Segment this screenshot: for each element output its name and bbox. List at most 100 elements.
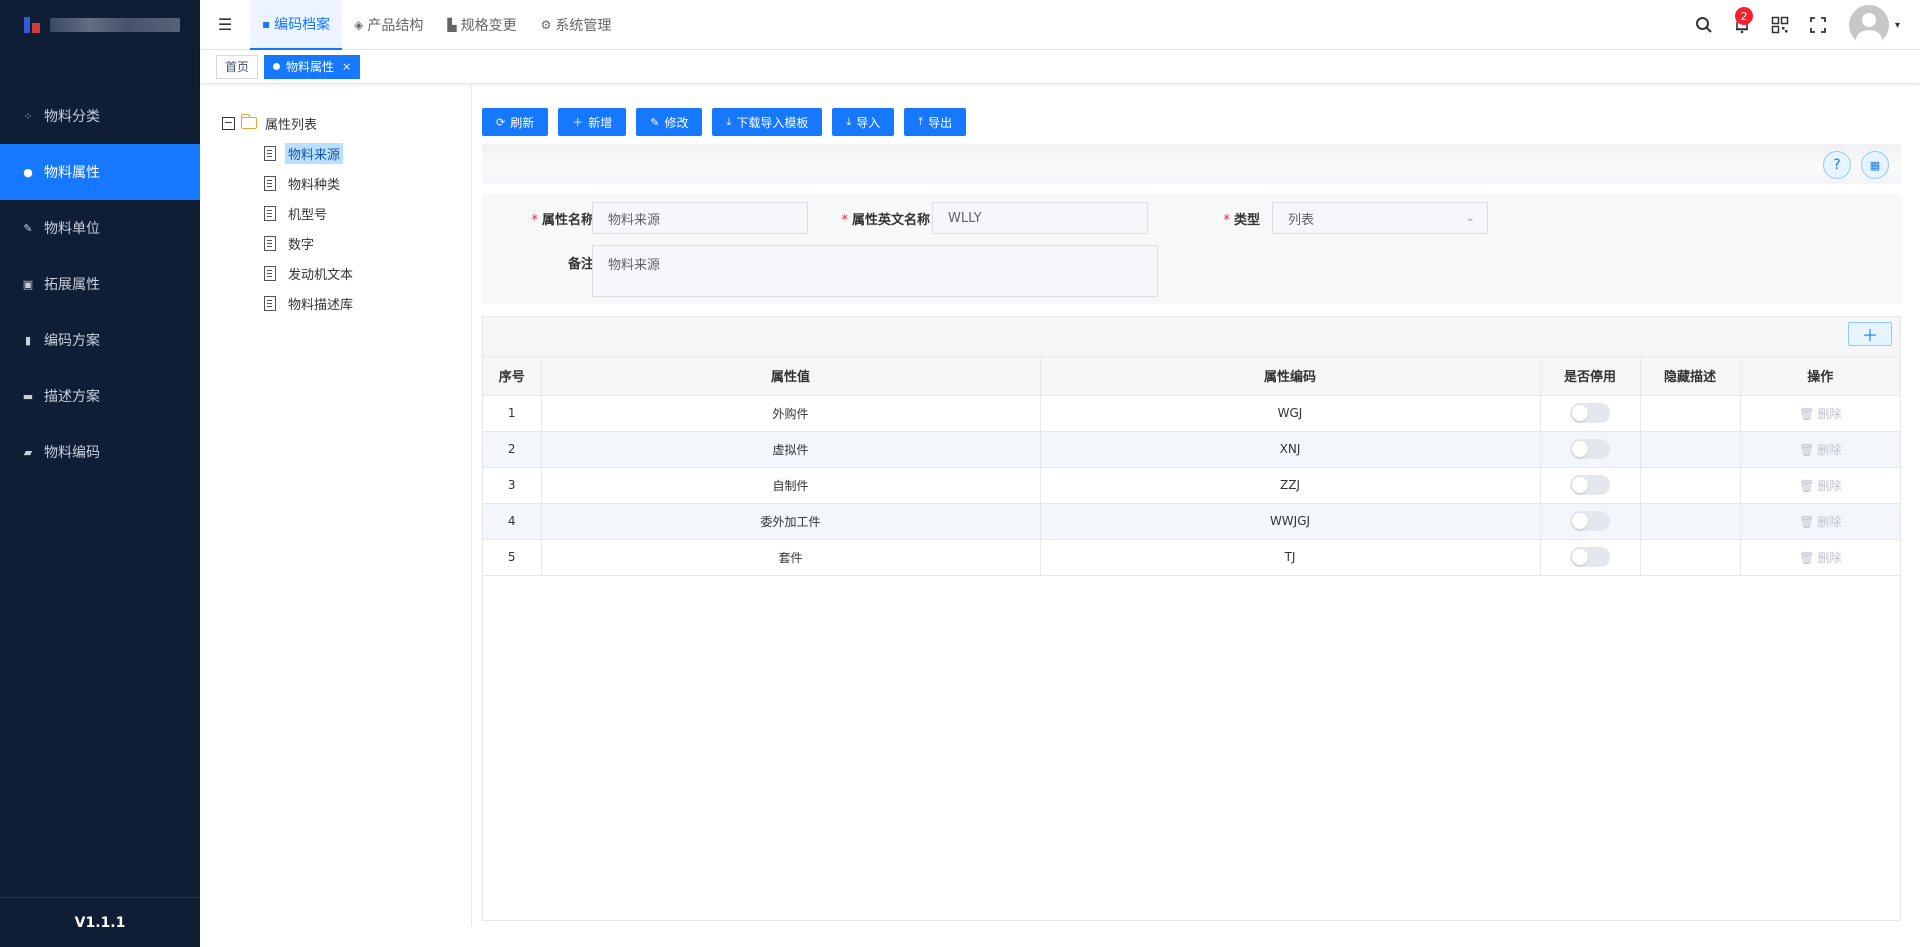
- hide-description-cell[interactable]: [1640, 467, 1741, 504]
- disabled-toggle[interactable]: [1570, 439, 1610, 459]
- download-template-button[interactable]: ⤓ 下载导入模板: [712, 108, 823, 136]
- delete-label: 删除: [1817, 478, 1842, 493]
- disabled-cell: [1540, 431, 1641, 468]
- tree-node[interactable]: 机型号: [264, 201, 471, 225]
- collapse-menu-icon[interactable]: ☰: [200, 0, 250, 50]
- code-icon: ▰: [23, 445, 33, 459]
- attribute-value-cell[interactable]: 委外加工件: [541, 503, 1041, 540]
- label-text: 属性名称: [541, 213, 594, 228]
- attribute-name-field[interactable]: 物料来源: [592, 202, 808, 234]
- column-header: 属性值: [541, 357, 1041, 396]
- tree-node-label: 物料描述库: [288, 297, 354, 313]
- close-icon[interactable]: ×: [342, 60, 351, 73]
- attribute-code-cell[interactable]: WWJGJ: [1040, 503, 1541, 540]
- button-label: 下载导入模板: [736, 115, 809, 130]
- app-logo[interactable]: [0, 0, 200, 50]
- bell-icon[interactable]: 2: [1723, 0, 1761, 50]
- refresh-button[interactable]: ⟳ 刷新: [482, 108, 549, 136]
- attribute-code-cell[interactable]: ZZJ: [1040, 467, 1541, 504]
- download-icon: ⤓: [726, 115, 732, 128]
- header-actions: 2 ▾: [1685, 0, 1900, 50]
- delete-button[interactable]: 🗑 删除: [1799, 443, 1841, 457]
- logo-icon: [20, 15, 44, 35]
- book-icon: ▮: [24, 333, 32, 347]
- tree-root[interactable]: − 属性列表: [222, 111, 471, 135]
- hide-description-cell[interactable]: [1640, 539, 1741, 576]
- delete-button[interactable]: 🗑 删除: [1799, 407, 1841, 421]
- attribute-code-cell[interactable]: WGJ: [1040, 395, 1541, 432]
- attribute-code-cell[interactable]: XNJ: [1040, 431, 1541, 468]
- disabled-toggle[interactable]: [1570, 511, 1610, 531]
- tree-node-label: 发动机文本: [288, 267, 354, 283]
- delete-label: 删除: [1817, 550, 1842, 565]
- hide-description-cell[interactable]: [1640, 431, 1741, 468]
- avatar[interactable]: [1848, 5, 1889, 45]
- add-button[interactable]: ＋ 新增: [558, 108, 627, 136]
- tab-coding-archive[interactable]: ▪ 编码档案: [250, 0, 343, 50]
- tree-node[interactable]: 发动机文本: [264, 261, 471, 285]
- tag-home[interactable]: 首页: [216, 54, 259, 79]
- sidebar-item-extended-attribute[interactable]: ▣ 拓展属性: [0, 256, 200, 312]
- delete-button[interactable]: 🗑 删除: [1799, 551, 1841, 565]
- tree-node-label: 物料来源: [285, 142, 344, 164]
- attribute-value-cell[interactable]: 套件: [541, 539, 1041, 576]
- edit-button[interactable]: ✎ 修改: [636, 108, 703, 136]
- tree-node[interactable]: 物料来源: [264, 141, 471, 165]
- attribute-value-cell[interactable]: 自制件: [541, 467, 1041, 504]
- table-row[interactable]: 1 外购件 WGJ 🗑 删除: [483, 395, 1900, 432]
- table-row[interactable]: 5 套件 TJ 🗑 删除: [483, 539, 1900, 576]
- delete-button[interactable]: 🗑 删除: [1799, 479, 1841, 493]
- sidebar-item-description-scheme[interactable]: ▬ 描述方案: [0, 368, 200, 424]
- help-icon[interactable]: ?: [1823, 151, 1851, 179]
- search-icon[interactable]: [1685, 0, 1723, 50]
- collapse-toggle-icon[interactable]: −: [222, 116, 235, 130]
- attribute-value-cell[interactable]: 虚拟件: [541, 431, 1041, 468]
- file-icon: [264, 205, 276, 221]
- sidebar-item-material-unit[interactable]: ✎ 物料单位: [0, 200, 200, 256]
- table-header-row: 序号 属性值 属性编码 是否停用 隐藏描述 操作: [483, 357, 1900, 396]
- hide-description-cell[interactable]: [1640, 503, 1741, 540]
- sidebar-item-label: 物料属性: [44, 165, 100, 181]
- tab-product-structure[interactable]: ◈ 产品结构: [342, 0, 435, 50]
- tag-current[interactable]: 物料属性 ×: [264, 54, 361, 79]
- tree-node[interactable]: 物料种类: [264, 171, 471, 195]
- column-header: 属性编码: [1040, 357, 1541, 396]
- table-row[interactable]: 3 自制件 ZZJ 🗑 删除: [483, 467, 1900, 504]
- import-button[interactable]: ⤓ 导入: [832, 108, 895, 136]
- sidebar-item-label: 物料单位: [44, 221, 100, 237]
- attribute-en-name-field[interactable]: WLLY: [932, 202, 1148, 234]
- disabled-toggle[interactable]: [1570, 403, 1610, 423]
- hide-description-cell[interactable]: [1640, 395, 1741, 432]
- disabled-toggle[interactable]: [1570, 475, 1610, 495]
- tab-system-management[interactable]: ⚙ 系统管理: [529, 0, 624, 50]
- select-value: 列表: [1288, 212, 1315, 228]
- tree-root-label: 属性列表: [265, 117, 318, 133]
- table-row[interactable]: 4 委外加工件 WWJGJ 🗑 删除: [483, 503, 1900, 540]
- chevron-down-icon[interactable]: ▾: [1895, 20, 1900, 31]
- qrcode-icon[interactable]: [1761, 0, 1799, 50]
- sidebar-item-material-code[interactable]: ▰ 物料编码: [0, 424, 200, 480]
- delete-button[interactable]: 🗑 删除: [1799, 515, 1841, 529]
- column-settings-icon[interactable]: ▦: [1861, 151, 1889, 179]
- disabled-toggle[interactable]: [1570, 547, 1610, 567]
- attribute-code-cell[interactable]: TJ: [1040, 539, 1541, 576]
- row-number: 2: [483, 431, 542, 468]
- tree-node[interactable]: 物料描述库: [264, 291, 471, 315]
- sidebar: ⁘ 物料分类 ● 物料属性 ✎ 物料单位 ▣ 拓展属性 ▮ 编码方案 ▬ 描述方…: [0, 0, 200, 947]
- export-button[interactable]: ⤒ 导出: [904, 108, 967, 136]
- remark-textarea[interactable]: 物料来源: [592, 245, 1158, 297]
- table-row[interactable]: 2 虚拟件 XNJ 🗑 删除: [483, 431, 1900, 468]
- type-select[interactable]: 列表 ⌄: [1272, 202, 1488, 234]
- file-icon: [264, 175, 276, 191]
- fullscreen-icon[interactable]: [1799, 0, 1837, 50]
- trash-icon: 🗑: [1799, 406, 1815, 421]
- sidebar-item-material-category[interactable]: ⁘ 物料分类: [0, 88, 200, 144]
- tree-node[interactable]: 数字: [264, 231, 471, 255]
- add-row-button[interactable]: ＋: [1848, 322, 1892, 346]
- tree-node-label: 机型号: [288, 207, 328, 223]
- sidebar-item-coding-scheme[interactable]: ▮ 编码方案: [0, 312, 200, 368]
- attribute-value-cell[interactable]: 外购件: [541, 395, 1041, 432]
- tab-spec-change[interactable]: ▙ 规格变更: [435, 0, 528, 50]
- top-header: ☰ ▪ 编码档案 ◈ 产品结构 ▙ 规格变更 ⚙ 系统管理 2 ▾: [200, 0, 1920, 50]
- sidebar-item-material-attribute[interactable]: ● 物料属性: [0, 144, 200, 200]
